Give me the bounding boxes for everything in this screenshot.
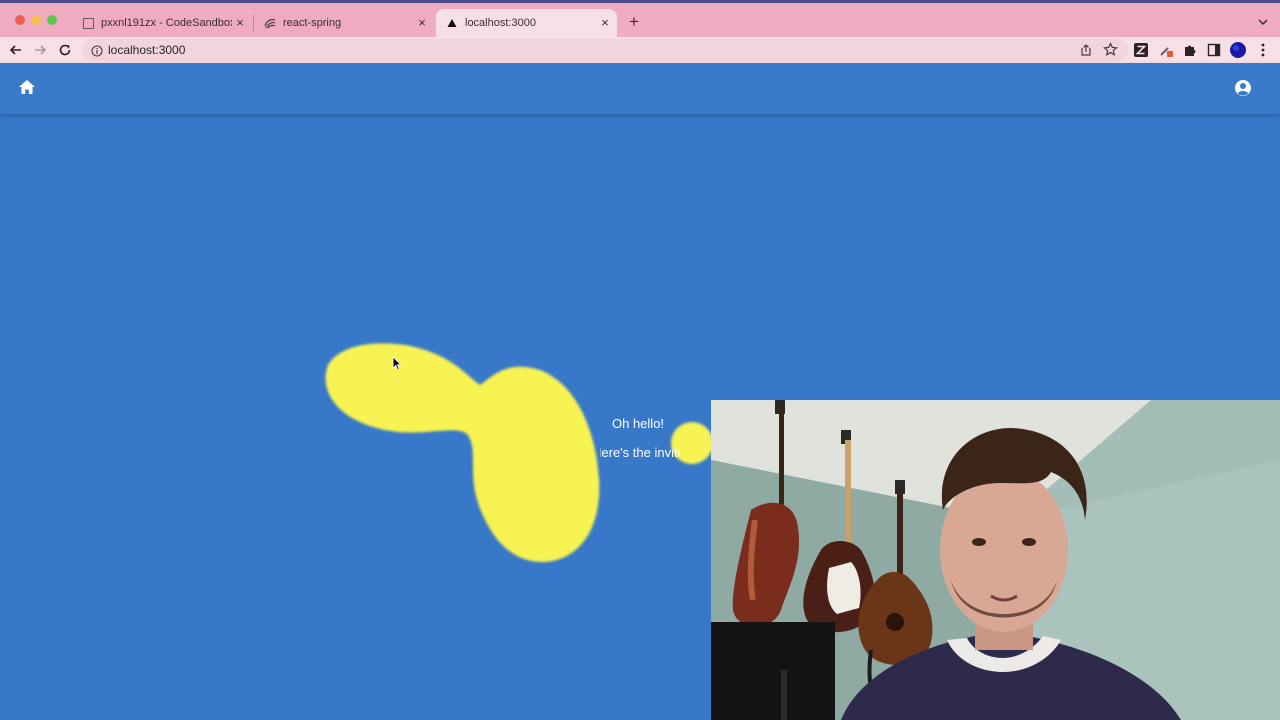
site-info-icon[interactable] — [91, 44, 103, 57]
tab-search-chevron-icon[interactable] — [1255, 14, 1271, 30]
chat-message-clip: Here's the invite link — [600, 445, 680, 463]
react-spring-icon — [264, 17, 276, 29]
tab-title: pxxnl191zx - CodeSandbox — [101, 17, 232, 29]
webcam-overlay — [711, 400, 1280, 720]
triangle-icon — [446, 17, 458, 29]
address-bar[interactable]: localhost:3000 — [82, 39, 1128, 61]
profile-avatar[interactable] — [1230, 42, 1246, 58]
new-tab-button[interactable]: + — [624, 12, 644, 32]
presenter-video-frame — [711, 400, 1280, 720]
reload-icon[interactable] — [56, 41, 74, 59]
close-tab-icon[interactable]: × — [414, 15, 430, 31]
url-text: localhost:3000 — [108, 43, 186, 57]
close-window-button[interactable] — [15, 15, 25, 25]
browser-menu-icon[interactable] — [1255, 42, 1271, 58]
share-icon[interactable] — [1079, 43, 1093, 57]
minimize-window-button[interactable] — [31, 15, 41, 25]
zotero-extension-icon[interactable] — [1133, 42, 1149, 58]
tab-codesandbox[interactable]: pxxnl191zx - CodeSandbox × — [72, 9, 252, 37]
mouse-pointer-icon — [392, 356, 402, 371]
codesandbox-icon — [82, 17, 94, 29]
gooey-blob-large — [325, 343, 600, 563]
tab-title: localhost:3000 — [465, 17, 536, 29]
tab-react-spring[interactable]: react-spring × — [254, 9, 434, 37]
browser-tab-strip: pxxnl191zx - CodeSandbox × react-spring … — [0, 0, 1280, 37]
tab-localhost[interactable]: localhost:3000 × — [436, 9, 617, 37]
forward-arrow-icon[interactable] — [31, 41, 49, 59]
eyedropper-extension-icon[interactable] — [1158, 42, 1174, 58]
zoom-window-button[interactable] — [47, 15, 57, 25]
bookmark-star-icon[interactable] — [1103, 42, 1118, 57]
browser-toolbar: localhost:3000 — [0, 37, 1280, 63]
tab-title: react-spring — [283, 17, 342, 29]
close-tab-icon[interactable]: × — [232, 15, 248, 31]
extensions-puzzle-icon[interactable] — [1182, 42, 1198, 58]
back-arrow-icon[interactable] — [7, 41, 25, 59]
chat-message: Here's the invite link — [600, 445, 680, 460]
side-panel-icon[interactable] — [1206, 42, 1222, 58]
close-tab-icon[interactable]: × — [597, 15, 613, 31]
chat-message: Oh hello! — [612, 416, 665, 431]
